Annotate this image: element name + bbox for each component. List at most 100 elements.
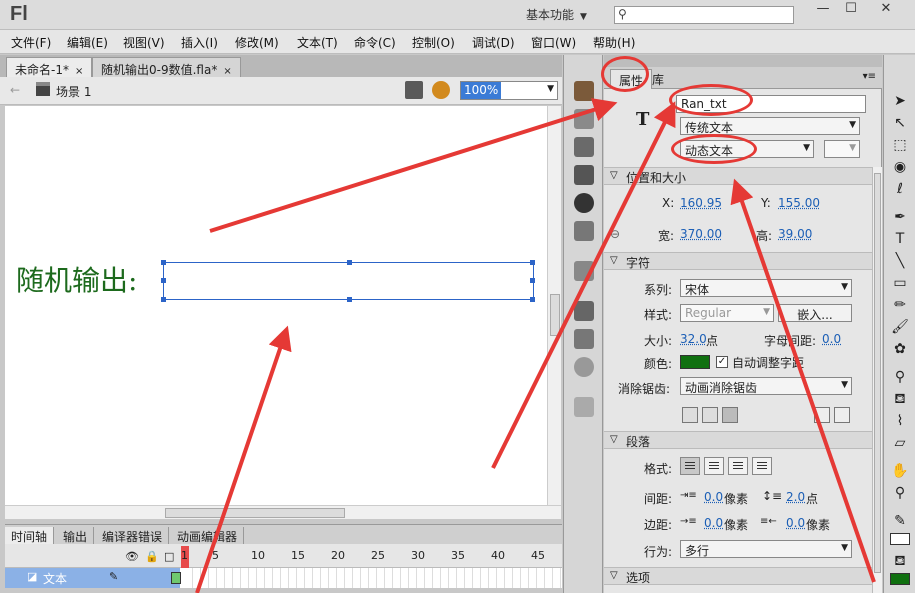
edit-scene-icon[interactable] <box>405 81 423 99</box>
motion-presets-icon[interactable] <box>574 357 594 377</box>
fill-color-swatch[interactable] <box>890 573 910 585</box>
bone-tool-icon[interactable]: ⚲ <box>890 367 910 387</box>
tab-untitled-1[interactable]: 未命名-1* × <box>6 57 93 77</box>
align-center-button[interactable] <box>704 457 724 475</box>
tab-timeline[interactable]: 时间轴 <box>5 527 55 545</box>
selectable-icon[interactable] <box>682 407 698 423</box>
scroll-thumb[interactable] <box>874 173 881 573</box>
tab-random-output[interactable]: 随机输出0-9数值.fla* × <box>92 57 241 77</box>
height-value[interactable]: 39.00 <box>778 227 812 241</box>
border-icon[interactable] <box>722 407 738 423</box>
right-margin-value[interactable]: 0.0 <box>786 516 805 530</box>
render-html-icon[interactable] <box>702 407 718 423</box>
menu-text[interactable]: 文本(T) <box>297 34 338 51</box>
resize-handle[interactable] <box>347 297 352 302</box>
left-margin-value[interactable]: 0.0 <box>704 516 723 530</box>
actions-panel-icon[interactable] <box>574 301 594 321</box>
y-value[interactable]: 155.00 <box>778 196 820 210</box>
text-color-swatch[interactable] <box>680 355 710 369</box>
menu-file[interactable]: 文件(F) <box>11 34 51 51</box>
align-left-button[interactable] <box>680 457 700 475</box>
superscript-icon[interactable] <box>814 407 830 423</box>
scroll-thumb[interactable] <box>550 294 560 336</box>
resize-handle[interactable] <box>530 260 535 265</box>
scroll-thumb[interactable] <box>165 508 345 518</box>
justify-button[interactable] <box>752 457 772 475</box>
menu-commands[interactable]: 命令(C) <box>354 34 396 51</box>
menu-window[interactable]: 窗口(W) <box>531 34 576 51</box>
menu-view[interactable]: 视图(V) <box>123 34 165 51</box>
pen-tool-icon[interactable]: ✒ <box>890 207 910 227</box>
text-tool-icon[interactable]: T <box>890 229 910 249</box>
menu-edit[interactable]: 编辑(E) <box>67 34 108 51</box>
components-panel-icon[interactable] <box>574 261 594 281</box>
resize-handle[interactable] <box>161 260 166 265</box>
library-panel-icon[interactable] <box>574 397 594 417</box>
behavior-select[interactable]: 多行 ▼ <box>680 540 852 558</box>
text-engine-select[interactable]: 传统文本 ▼ <box>680 117 860 135</box>
layer-row[interactable]: ◪ 文本 ✎ <box>5 568 562 588</box>
subscript-icon[interactable] <box>834 407 850 423</box>
layer-frames[interactable] <box>185 568 562 588</box>
3d-rotation-tool-icon[interactable]: ◉ <box>890 157 910 177</box>
resize-handle[interactable] <box>530 278 535 283</box>
menu-help[interactable]: 帮助(H) <box>593 34 635 51</box>
menu-modify[interactable]: 修改(M) <box>235 34 279 51</box>
pencil-tool-icon[interactable]: ✏ <box>890 295 910 315</box>
menu-debug[interactable]: 调试(D) <box>472 34 515 51</box>
lock-icon[interactable]: 🔒 <box>145 550 159 563</box>
auto-kern-checkbox[interactable]: ✓ <box>716 356 728 368</box>
line-spacing-value[interactable]: 2.0 <box>786 490 805 504</box>
dynamic-text-field[interactable] <box>161 260 535 302</box>
search-input[interactable]: ⚲ <box>614 6 794 24</box>
close-icon[interactable]: × <box>223 66 231 77</box>
deco-tool-icon[interactable]: ✿ <box>890 339 910 359</box>
orientation-select[interactable]: ▼ <box>824 140 860 158</box>
eye-icon[interactable]: 👁 <box>125 550 139 563</box>
width-value[interactable]: 370.00 <box>680 227 722 241</box>
code-snippets-icon[interactable] <box>574 329 594 349</box>
paint-bucket-tool-icon[interactable]: ⛾ <box>890 389 910 409</box>
rectangle-tool-icon[interactable]: ▭ <box>890 273 910 293</box>
tab-output[interactable]: 输出 <box>57 527 95 545</box>
line-tool-icon[interactable]: ╲ <box>890 251 910 271</box>
brush-tool-icon[interactable]: 🖌 <box>890 317 910 337</box>
zoom-tool-icon[interactable]: ⚲ <box>890 483 910 503</box>
embed-button[interactable]: 嵌入... <box>778 304 852 322</box>
resize-handle[interactable] <box>161 278 166 283</box>
indent-value[interactable]: 0.0 <box>704 490 723 504</box>
swatches-panel-icon[interactable] <box>574 109 594 129</box>
selection-tool-icon[interactable]: ➤ <box>890 91 910 111</box>
resize-handle[interactable] <box>347 260 352 265</box>
stage-canvas[interactable]: 随机输出: <box>5 106 547 505</box>
menu-insert[interactable]: 插入(I) <box>181 34 218 51</box>
font-style-select[interactable]: Regular ▼ <box>680 304 774 322</box>
resize-handle[interactable] <box>530 297 535 302</box>
align-panel-icon[interactable] <box>574 137 594 157</box>
stage-vertical-scrollbar[interactable] <box>547 106 561 505</box>
hand-tool-icon[interactable]: ✋ <box>890 461 910 481</box>
fill-color-icon[interactable]: ⛾ <box>890 551 910 571</box>
section-position-size[interactable]: ▽ 位置和大小 <box>604 167 872 185</box>
layer-name-cell[interactable]: ◪ 文本 ✎ <box>5 568 180 588</box>
lasso-tool-icon[interactable]: ℓ <box>890 179 910 199</box>
stroke-color-swatch[interactable] <box>890 533 910 545</box>
resize-handle[interactable] <box>161 297 166 302</box>
back-arrow-icon[interactable]: ← <box>10 83 20 97</box>
link-icon[interactable]: ⊖ <box>610 227 620 241</box>
tab-compiler-errors[interactable]: 编译器错误 <box>96 527 170 545</box>
subselection-tool-icon[interactable]: ↖ <box>890 113 910 133</box>
properties-scrollbar[interactable] <box>872 167 882 593</box>
eraser-tool-icon[interactable]: ▱ <box>890 433 910 453</box>
eyedropper-tool-icon[interactable]: ⌇ <box>890 411 910 431</box>
section-options[interactable]: ▽ 选项 <box>604 567 872 585</box>
x-value[interactable]: 160.95 <box>680 196 722 210</box>
panel-menu-icon[interactable]: ▾≡ <box>863 71 876 82</box>
font-family-select[interactable]: 宋体 ▼ <box>680 279 852 297</box>
outline-icon[interactable]: □ <box>164 550 174 563</box>
stage-horizontal-scrollbar[interactable] <box>5 505 561 519</box>
color-panel-icon[interactable] <box>574 81 594 101</box>
letter-spacing-value[interactable]: 0.0 <box>822 332 841 346</box>
minimize-button[interactable]: — <box>808 0 838 20</box>
free-transform-tool-icon[interactable]: ⬚ <box>890 135 910 155</box>
